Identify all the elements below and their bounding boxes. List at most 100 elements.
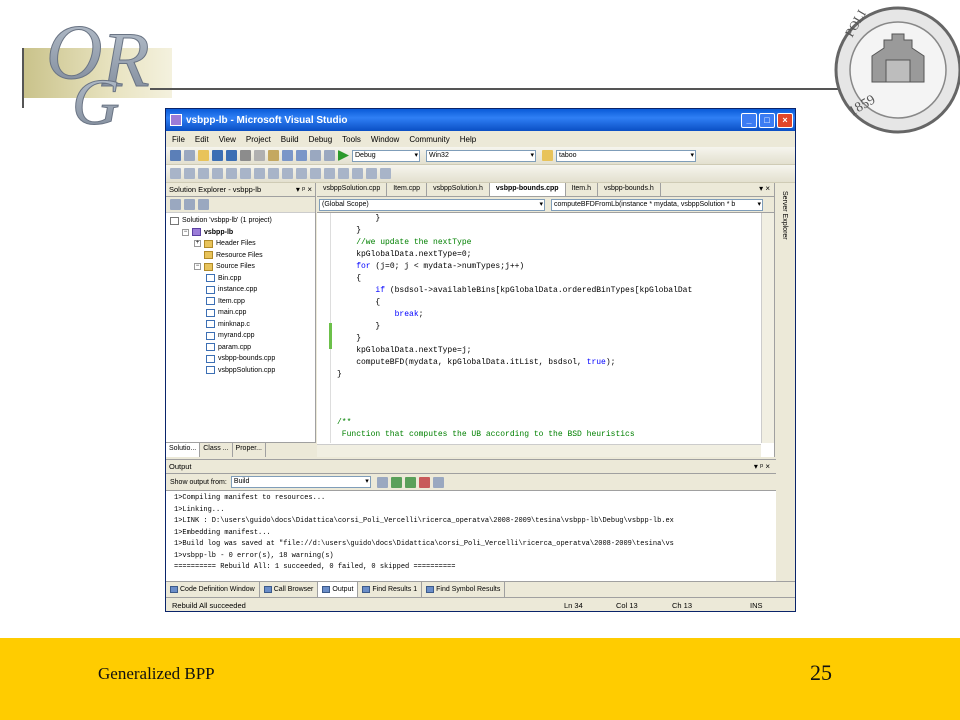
tree-solution[interactable]: Solution 'vsbpp-lb' (1 project) (166, 215, 315, 227)
document-tab-controls[interactable]: ▾ × (759, 184, 770, 193)
toolbar-icon[interactable] (338, 168, 349, 179)
close-icon[interactable]: × (777, 112, 793, 128)
tree-file[interactable]: Bin.cpp (166, 273, 315, 285)
tree-file[interactable]: vsbppSolution.cpp (166, 365, 315, 377)
pane-controls[interactable]: ▾ ᵖ × (296, 183, 312, 197)
refresh-icon[interactable] (198, 199, 209, 210)
tab-vsbppsolution-cpp[interactable]: vsbppSolution.cpp (317, 183, 388, 196)
tab-output[interactable]: Output (318, 582, 359, 597)
tab-solution-explorer[interactable]: Solutio... (166, 443, 201, 457)
solution-platform-select[interactable]: Win32 (426, 149, 536, 162)
tab-find-results-1[interactable]: Find Results 1 (358, 582, 423, 597)
clear-all-icon[interactable] (418, 476, 430, 488)
tab-item-h[interactable]: Item.h (566, 183, 598, 196)
expander-icon[interactable]: − (194, 263, 201, 271)
toolbar-icon[interactable] (170, 168, 181, 179)
toolbar-icon[interactable] (254, 168, 265, 179)
editor-horizontal-scrollbar[interactable] (317, 444, 761, 457)
go-to-previous-icon[interactable] (390, 476, 402, 488)
tab-code-definition-window[interactable]: Code Definition Window (166, 582, 260, 597)
menu-window[interactable]: Window (371, 135, 399, 144)
tree-file[interactable]: main.cpp (166, 307, 315, 319)
menu-edit[interactable]: Edit (195, 135, 209, 144)
menu-debug[interactable]: Debug (309, 135, 333, 144)
start-debugging-icon[interactable] (338, 150, 349, 161)
navigate-forward-icon[interactable] (324, 150, 335, 161)
tree-project[interactable]: − vsbpp-lb (166, 227, 315, 239)
new-project-icon[interactable] (170, 150, 181, 161)
toolbar-icon[interactable] (184, 168, 195, 179)
redo-icon[interactable] (296, 150, 307, 161)
toolbar-icon[interactable] (366, 168, 377, 179)
vs-title-bar[interactable]: vsbpp-lb - Microsoft Visual Studio _ □ × (166, 109, 795, 131)
toolbar-icon[interactable] (240, 168, 251, 179)
tree-file[interactable]: vsbpp-bounds.cpp (166, 353, 315, 365)
solution-explorer-title: Solution Explorer - vsbpp-lb (169, 185, 262, 194)
tab-item-cpp[interactable]: Item.cpp (387, 183, 428, 196)
tab-find-symbol-results[interactable]: Find Symbol Results (422, 582, 506, 597)
open-file-icon[interactable] (198, 150, 209, 161)
scope-select[interactable]: (Global Scope) (319, 198, 545, 211)
toolbar-icon[interactable] (380, 168, 391, 179)
find-combo[interactable]: taboo (556, 149, 696, 162)
save-all-icon[interactable] (226, 150, 237, 161)
find-in-files-icon[interactable] (542, 150, 553, 161)
expander-icon[interactable]: − (182, 228, 189, 236)
code-area[interactable]: } } //we update the nextType kpGlobalDat… (317, 213, 761, 443)
menu-project[interactable]: Project (246, 135, 271, 144)
menu-community[interactable]: Community (409, 135, 449, 144)
toolbar-icon[interactable] (268, 168, 279, 179)
tab-vsbpp-bounds-cpp[interactable]: vsbpp-bounds.cpp (489, 183, 566, 196)
toolbar-icon[interactable] (212, 168, 223, 179)
function-select[interactable]: computeBFDFromLb(instance * mydata, vsbp… (551, 198, 763, 211)
paste-icon[interactable] (268, 150, 279, 161)
solution-config-select[interactable]: Debug (352, 149, 420, 162)
tab-vsbppsolution-h[interactable]: vsbppSolution.h (427, 183, 490, 196)
output-source-select[interactable]: Build (230, 476, 371, 488)
tree-folder[interactable]: + Header Files (166, 238, 315, 250)
tree-file[interactable]: param.cpp (166, 342, 315, 354)
tab-call-browser[interactable]: Call Browser (260, 582, 319, 597)
server-explorer-tab[interactable]: Server Explorer (781, 191, 788, 240)
copy-icon[interactable] (254, 150, 265, 161)
undo-icon[interactable] (282, 150, 293, 161)
toolbar-icon[interactable] (310, 168, 321, 179)
tree-file[interactable]: myrand.cpp (166, 330, 315, 342)
word-wrap-icon[interactable] (432, 476, 444, 488)
tree-folder[interactable]: − Source Files (166, 261, 315, 273)
tree-file[interactable]: instance.cpp (166, 284, 315, 296)
tab-label: Call Browser (273, 586, 314, 593)
show-all-files-icon[interactable] (184, 199, 195, 210)
find-message-icon[interactable] (376, 476, 388, 488)
save-icon[interactable] (212, 150, 223, 161)
expander-icon[interactable]: + (194, 240, 201, 248)
toolbar-icon[interactable] (352, 168, 363, 179)
tab-properties[interactable]: Proper... (233, 443, 267, 457)
menu-build[interactable]: Build (281, 135, 299, 144)
minimize-icon[interactable]: _ (741, 112, 757, 128)
menu-help[interactable]: Help (460, 135, 476, 144)
output-text[interactable]: 1>Compiling manifest to resources... 1>Li… (174, 493, 764, 574)
tree-folder[interactable]: Resource Files (166, 250, 315, 262)
tree-file[interactable]: Item.cpp (166, 296, 315, 308)
server-explorer-strip[interactable]: Server Explorer (774, 183, 795, 457)
editor-vertical-scrollbar[interactable] (761, 213, 774, 443)
maximize-icon[interactable]: □ (759, 112, 775, 128)
menu-view[interactable]: View (219, 135, 236, 144)
tab-vsbpp-bounds-h[interactable]: vsbpp-bounds.h (598, 183, 661, 196)
toolbar-icon[interactable] (296, 168, 307, 179)
toolbar-icon[interactable] (324, 168, 335, 179)
navigate-back-icon[interactable] (310, 150, 321, 161)
menu-file[interactable]: File (172, 135, 185, 144)
go-to-next-icon[interactable] (404, 476, 416, 488)
add-item-icon[interactable] (184, 150, 195, 161)
menu-tools[interactable]: Tools (342, 135, 361, 144)
properties-icon[interactable] (170, 199, 181, 210)
cut-icon[interactable] (240, 150, 251, 161)
tab-class-view[interactable]: Class ... (200, 443, 233, 457)
tree-file[interactable]: minknap.c (166, 319, 315, 331)
output-pane-controls[interactable]: ▾ ᵖ × (754, 460, 770, 474)
toolbar-icon[interactable] (226, 168, 237, 179)
toolbar-icon[interactable] (198, 168, 209, 179)
toolbar-icon[interactable] (282, 168, 293, 179)
